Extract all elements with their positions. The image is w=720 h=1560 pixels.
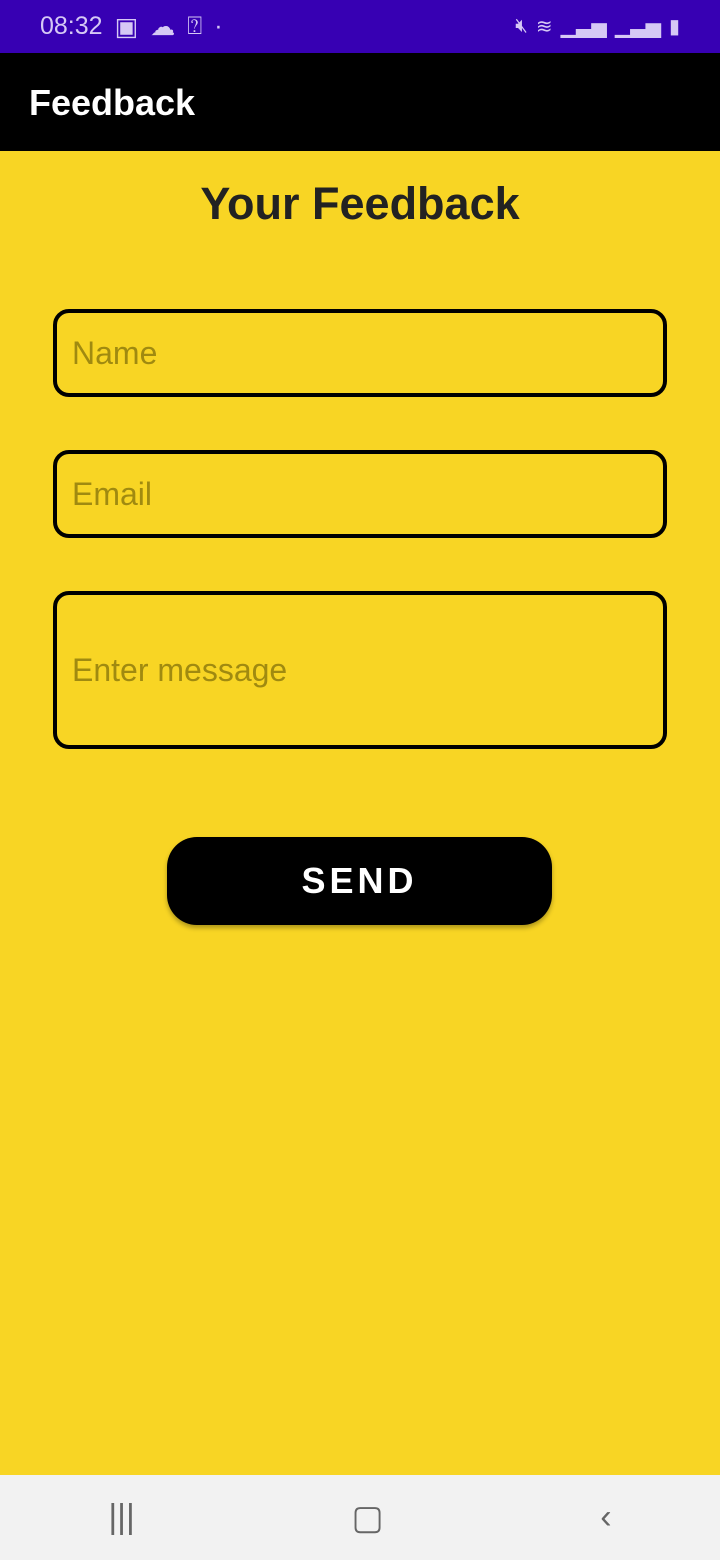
recent-apps-icon[interactable]: ||| — [108, 1498, 135, 1537]
email-input[interactable] — [53, 450, 667, 538]
navigation-bar: ||| ▢ ‹ — [0, 1475, 720, 1560]
dot-icon: · — [214, 12, 223, 40]
status-bar: 08:32 ▣ ☁ ⍰ · 🔇︎ ≋ ▁▃▅ ▁▃▅ ▮ — [0, 0, 720, 53]
back-icon[interactable]: ‹ — [600, 1498, 611, 1537]
clock: 08:32 — [40, 12, 103, 40]
name-input[interactable] — [53, 309, 667, 397]
signal-icon: ▁▃▅ — [560, 16, 607, 38]
page-title: Your Feedback — [200, 178, 520, 229]
app-title: Feedback — [29, 82, 196, 123]
notification-app-icon: ⍰ — [187, 12, 203, 40]
message-input[interactable] — [53, 591, 667, 749]
wifi-icon: ≋ — [535, 16, 553, 38]
home-icon[interactable]: ▢ — [352, 1498, 384, 1538]
cloud-download-icon: ☁ — [150, 12, 176, 41]
vibrate-icon: 🔇︎ — [515, 15, 528, 37]
send-button[interactable]: SEND — [167, 837, 552, 925]
signal-icon: ▁▃▅ — [614, 16, 661, 38]
app-bar: Feedback — [0, 53, 720, 151]
image-icon: ▣ — [114, 12, 139, 41]
battery-charging-icon: ▮ — [668, 16, 680, 38]
